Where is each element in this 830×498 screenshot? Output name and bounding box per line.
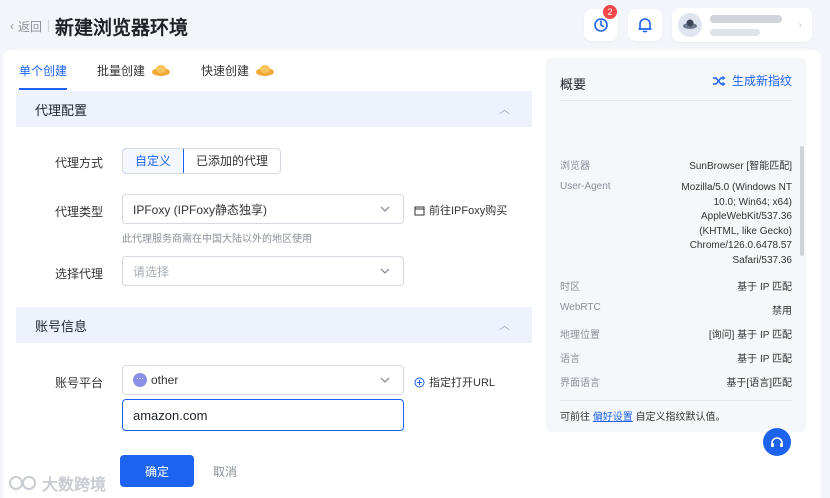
- page-title: 新建浏览器环境: [55, 17, 189, 39]
- chevron-down-icon: [380, 268, 390, 274]
- chevron-left-icon: ‹: [10, 19, 14, 33]
- back-button[interactable]: ‹ 返回: [10, 18, 42, 35]
- sync-button[interactable]: 2: [584, 5, 618, 41]
- proxy-type-select[interactable]: IPFoxy (IPFoxy静态独享): [122, 194, 404, 224]
- customer-service-button[interactable]: [763, 428, 791, 456]
- account-platform-label: 账号平台: [54, 376, 103, 390]
- user-menu[interactable]: ›: [672, 8, 812, 42]
- account-platform-select[interactable]: ··· other: [122, 365, 404, 395]
- overview-scrollbar[interactable]: [800, 146, 804, 256]
- notification-badge: 2: [603, 5, 617, 19]
- generate-fingerprint-button[interactable]: 生成新指纹: [712, 72, 792, 89]
- shop-icon: [414, 206, 425, 215]
- overview-panel: 概要 生成新指纹 浏览器 SunBrowser [智能匹配] User-Agen…: [546, 58, 806, 432]
- user-info-redacted: [702, 14, 782, 36]
- ufo-icon: [256, 65, 275, 76]
- proxy-method-custom[interactable]: 自定义: [123, 149, 185, 173]
- back-label: 返回: [18, 19, 43, 34]
- divider: [48, 20, 50, 32]
- proxy-type-hint: 此代理服务商需在中国大陆以外的地区使用: [122, 234, 312, 245]
- ufo-icon: [152, 65, 171, 76]
- proxy-section-header[interactable]: 代理配置 ︿: [16, 91, 532, 127]
- platform-more-icon: ···: [133, 373, 147, 387]
- avatar: [678, 13, 702, 37]
- proxy-method-toggle: 自定义 已添加的代理: [122, 148, 282, 174]
- proxy-method-label: 代理方式: [54, 156, 103, 170]
- headset-icon: [771, 437, 783, 447]
- divider: [560, 400, 792, 401]
- chevron-up-icon: ︿: [499, 104, 510, 116]
- open-url-link[interactable]: 指定打开URL: [414, 374, 495, 390]
- header-actions: 2 ›: [584, 5, 812, 42]
- proxy-type-label: 代理类型: [54, 205, 103, 219]
- user-avatar-icon: [683, 19, 697, 29]
- tab-batch-create[interactable]: 批量创建: [97, 50, 171, 90]
- bell-icon: [638, 18, 652, 33]
- overview-title: 概要: [560, 77, 587, 92]
- page-header: ‹ 返回 新建浏览器环境 2 ›: [0, 0, 830, 52]
- select-proxy-label: 选择代理: [54, 267, 103, 281]
- cancel-button[interactable]: 取消: [213, 463, 237, 480]
- buy-ipfoxy-link[interactable]: 前往IPFoxy购买: [414, 202, 507, 218]
- account-section-header[interactable]: 账号信息 ︿: [16, 307, 532, 343]
- bottom-action-bar: 确定 取消: [3, 440, 821, 498]
- notifications-button[interactable]: [628, 9, 662, 41]
- select-proxy-dropdown[interactable]: 请选择: [122, 256, 404, 286]
- chevron-down-icon: [380, 377, 390, 383]
- divider: [560, 100, 792, 101]
- plus-circle-icon: [414, 377, 425, 387]
- tab-quick-create[interactable]: 快速创建: [201, 50, 275, 90]
- chevron-right-icon: ›: [798, 19, 802, 31]
- chevron-down-icon: [380, 206, 390, 212]
- proxy-method-added[interactable]: 已添加的代理: [184, 149, 280, 173]
- watermark: 大数跨境: [8, 471, 106, 495]
- watermark-logo-icon: [9, 476, 36, 490]
- shuffle-icon: [712, 75, 726, 86]
- overview-footer: 可前往 偏好设置 自定义指纹默认值。: [560, 412, 726, 423]
- confirm-button[interactable]: 确定: [120, 455, 194, 487]
- preferences-link[interactable]: 偏好设置: [593, 412, 633, 423]
- chevron-up-icon: ︿: [499, 320, 510, 332]
- tab-single-create[interactable]: 单个创建: [19, 50, 68, 90]
- url-input[interactable]: amazon.com: [122, 399, 404, 431]
